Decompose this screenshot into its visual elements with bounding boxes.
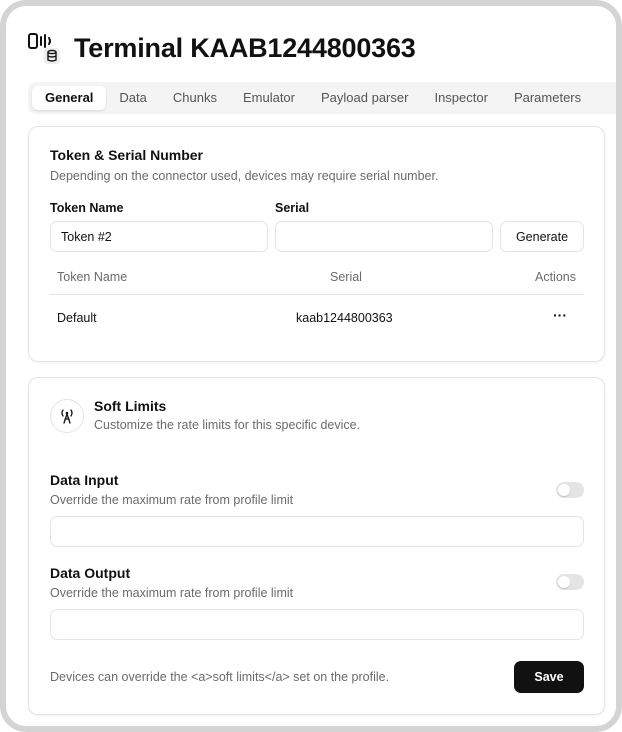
data-output-description: Override the maximum rate from profile l… xyxy=(50,586,294,600)
data-output-toggle[interactable] xyxy=(556,574,584,590)
window-frame: Terminal KAAB1244800363 General Data Chu… xyxy=(0,0,622,732)
token-name-input[interactable] xyxy=(50,221,268,252)
toggle-knob xyxy=(558,576,570,588)
tab-parameters[interactable]: Parameters xyxy=(501,86,594,110)
data-output-field[interactable] xyxy=(50,609,584,640)
soft-limits-description: Customize the rate limits for this speci… xyxy=(94,418,361,432)
tab-payload-parser[interactable]: Payload parser xyxy=(308,86,421,110)
section-description: Depending on the connector used, devices… xyxy=(50,169,439,183)
serial-input[interactable] xyxy=(275,221,493,252)
token-serial-card: Token & Serial Number Depending on the c… xyxy=(28,126,605,362)
antenna-tower-icon xyxy=(50,399,84,433)
column-header-token-name: Token Name xyxy=(57,270,128,284)
data-input-description: Override the maximum rate from profile l… xyxy=(50,493,294,507)
tab-inspector[interactable]: Inspector xyxy=(421,86,500,110)
data-output-title: Data Output xyxy=(50,565,131,581)
data-input-field[interactable] xyxy=(50,516,584,547)
data-input-toggle[interactable] xyxy=(556,482,584,498)
tab-data[interactable]: Data xyxy=(106,86,159,110)
soft-limits-title: Soft Limits xyxy=(94,398,167,414)
device-database-icon xyxy=(28,30,64,66)
table-cell-serial: kaab1244800363 xyxy=(296,311,393,325)
tab-bar: General Data Chunks Emulator Payload par… xyxy=(28,82,616,114)
footer-note: Devices can override the <a>soft limits<… xyxy=(50,670,390,684)
table-divider xyxy=(50,294,584,295)
table-cell-token-name: Default xyxy=(57,311,97,325)
generate-button[interactable]: Generate xyxy=(500,221,584,252)
toggle-knob xyxy=(558,484,570,496)
data-input-title: Data Input xyxy=(50,472,119,488)
tab-emulator[interactable]: Emulator xyxy=(230,86,308,110)
soft-limits-card: Soft Limits Customize the rate limits fo… xyxy=(28,377,605,715)
column-header-actions: Actions xyxy=(535,270,576,284)
row-actions-button[interactable]: ··· xyxy=(553,307,567,323)
page-title: Terminal KAAB1244800363 xyxy=(74,32,416,63)
save-button[interactable]: Save xyxy=(514,661,584,693)
page-header: Terminal KAAB1244800363 xyxy=(28,28,416,68)
section-title: Token & Serial Number xyxy=(50,147,204,163)
tab-general[interactable]: General xyxy=(32,86,107,110)
serial-label: Serial xyxy=(275,201,310,215)
column-header-serial: Serial xyxy=(330,270,362,284)
token-name-label: Token Name xyxy=(50,201,124,215)
tab-chunks[interactable]: Chunks xyxy=(160,86,230,110)
